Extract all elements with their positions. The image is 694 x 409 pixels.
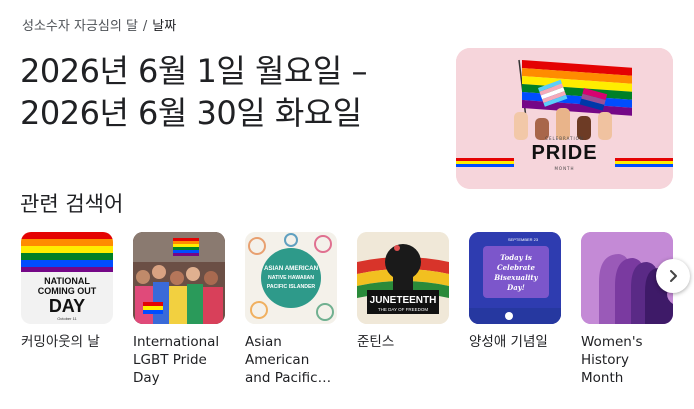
- thumb-text-date: October 11: [57, 316, 77, 321]
- thumb-text-juneteenth: JUNETEENTH: [370, 295, 437, 306]
- related-card-aanhpi[interactable]: ASIAN AMERICAN NATIVE HAWAIIAN PACIFIC I…: [245, 232, 337, 387]
- related-card-juneteenth[interactable]: JUNETEENTH THE DAY OF FREEDOM 준틴스: [357, 232, 449, 351]
- related-card-label: Women's History Month: [581, 334, 643, 386]
- bisexuality-day-thumbnail: SEPTEMBER 23 Today is Celebrate Bisexual…: [469, 232, 561, 324]
- date-range-end: 2026년 6월 30일 화요일: [20, 94, 362, 132]
- coming-out-day-thumbnail: NATIONAL COMING OUT DAY October 11: [21, 232, 113, 324]
- thumb-text-national: NATIONAL: [44, 276, 90, 286]
- thumb-text-celebrate: Celebrate: [497, 263, 535, 272]
- carousel-next-button[interactable]: [656, 259, 690, 293]
- thumb-text-september: SEPTEMBER 23: [508, 237, 539, 242]
- breadcrumb-separator: /: [142, 19, 148, 34]
- hero-celebration-text: CELEBRATION: [545, 136, 584, 141]
- thumb-text-coming-out: COMING OUT: [38, 286, 97, 296]
- related-card-international-lgbt-pride-day[interactable]: International LGBT Pride Day: [133, 232, 225, 387]
- thumb-text-day-exclaim: Day!: [506, 283, 525, 292]
- aanhpi-thumbnail: ASIAN AMERICAN NATIVE HAWAIIAN PACIFIC I…: [245, 232, 337, 324]
- related-card-label: International LGBT Pride Day: [133, 334, 220, 386]
- related-card-womens-history-month[interactable]: Women's History Month: [581, 232, 673, 387]
- date-range-start: 2026년 6월 1일 월요일 –: [20, 52, 367, 90]
- thumb-text-day: DAY: [49, 296, 85, 316]
- thumb-text-day-of-freedom: THE DAY OF FREEDOM: [378, 307, 429, 312]
- related-searches-heading: 관련 검색어: [20, 192, 124, 216]
- related-card-label: 커밍아웃의 날: [21, 334, 100, 350]
- thumb-text-today-is: Today is: [500, 253, 532, 262]
- thumb-text-asian-american: ASIAN AMERICAN: [264, 265, 319, 272]
- breadcrumb-parent-link[interactable]: 성소수자 자긍심의 달: [22, 19, 138, 34]
- pride-month-image[interactable]: CELEBRATION PRIDE MONTH: [456, 48, 673, 189]
- juneteenth-thumbnail: JUNETEENTH THE DAY OF FREEDOM: [357, 232, 449, 324]
- thumb-text-pacific-islander: PACIFIC ISLANDER: [267, 284, 316, 290]
- thumb-text-bisexuality: Bisexuality: [493, 273, 538, 282]
- thumb-text-native-hawaiian: NATIVE HAWAIIAN: [268, 275, 314, 281]
- related-card-label: 준틴스: [357, 334, 395, 350]
- rainbow-stripes-graphic: NATIONAL COMING OUT DAY October 11: [21, 232, 113, 321]
- related-card-bisexuality-day[interactable]: SEPTEMBER 23 Today is Celebrate Bisexual…: [469, 232, 561, 351]
- breadcrumb-current: 날짜: [152, 19, 177, 34]
- crowd-photo-graphic: [133, 232, 225, 324]
- hero-month-text: MONTH: [554, 166, 575, 171]
- date-range-title: 2026년 6월 1일 월요일 – 2026년 6월 30일 화요일: [20, 50, 367, 134]
- hero-pride-text: PRIDE: [531, 142, 598, 164]
- related-card-label: Asian American and Pacific…: [245, 334, 332, 386]
- related-card-label: 양성애 기념일: [469, 334, 548, 350]
- breadcrumb: 성소수자 자긍심의 달 / 날짜: [22, 15, 176, 34]
- pride-parade-photo: [133, 232, 225, 324]
- bisexuality-day-graphic: SEPTEMBER 23 Today is Celebrate Bisexual…: [469, 232, 561, 324]
- juneteenth-graphic: JUNETEENTH THE DAY OF FREEDOM: [357, 232, 449, 324]
- related-card-coming-out-day[interactable]: NATIONAL COMING OUT DAY October 11 커밍아웃의…: [21, 232, 113, 351]
- aanhpi-badge-graphic: ASIAN AMERICAN NATIVE HAWAIIAN PACIFIC I…: [245, 232, 337, 324]
- chevron-right-icon: [670, 270, 677, 282]
